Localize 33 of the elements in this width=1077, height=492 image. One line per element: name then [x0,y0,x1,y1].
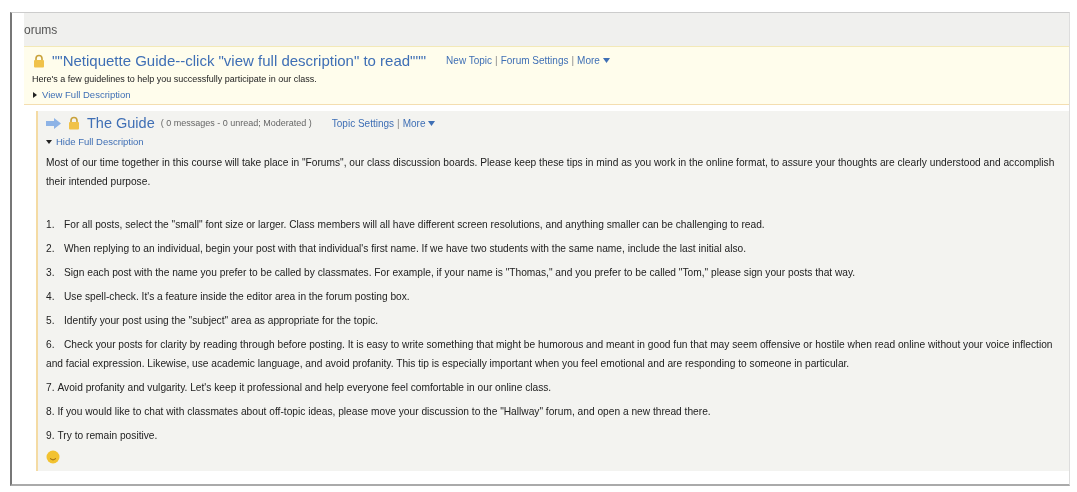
guideline-item: 1. For all posts, select the "small" font size or larger. Class members will all have different screen resolutions, and anything smaller can be challenging to read. [46,218,766,232]
separator: | [495,55,498,66]
description-toggle[interactable]: View Full Description [32,89,1061,100]
guideline-item: 8. If you would like to chat with classmates about off-topic ideas, please move your discussion to the "Hallway" forum, and open a new thread there. [46,405,712,419]
guideline-item: 2. When replying to an individual, begin your post with that individual's first name. If we have two students with the same name, include the last initial also. [46,242,748,256]
action-link[interactable]: New Topic [446,55,493,66]
description-toggle[interactable]: Hide Full Description [46,136,1059,147]
more-menu[interactable]: More [577,55,610,66]
guideline-item: 6. Check your posts for clarity by reading through before posting. It is easy to write something that might be humorous and meant in good fun that may seem offensive or hostile when read online without your voice inflection and facial expression. Likewise, use academic language, and avoid profanity. This tip is especially important when you feel emotional and are responding to someone in particular. [46,338,1054,371]
smiley-icon [46,450,60,464]
guideline-item: 9. Try to remain positive. [46,429,159,443]
arrow-icon [46,117,61,129]
lock-icon [32,53,46,68]
caret-icon [602,58,610,63]
more-menu[interactable]: More [402,117,436,129]
guideline-item: 3. Sign each post with the name you prefer to be called by classmates. For example, if your name is "Thomas," and you prefer to be called "Tom," please sign your posts that way. [46,266,857,280]
caret-icon [428,120,436,126]
intro-text: Most of our time together in this course will take place in "Forums", our class discussion boards. Please keep these tips in mind as you work in the online format, to assure your thoughts are clearly understood and accomplish their intended purpose. [46,156,1056,189]
lock-icon [67,116,81,130]
triangle-icon [46,138,52,145]
forum-description: Here's a few guidelines to help you successfully participate in our class. [32,74,318,84]
guideline-item: 4. Use spell-check. It's a feature inside the editor area in the forum posting box. [46,290,411,304]
forum-title[interactable]: ""Netiquette Guide--click "view full description" to read""" [52,52,427,69]
triangle-icon [32,91,38,98]
topic-title[interactable]: The Guide [87,115,155,131]
section-title: orums [24,22,58,37]
separator: | [571,55,575,66]
topic-meta: ( 0 messages - 0 unread; Moderated ) [160,118,312,128]
guideline-item: 7. Avoid profanity and vulgarity. Let's keep it professional and help everyone feel comfortable in our online class. [46,381,553,395]
guideline-item: 5. Identify your post using the "subject" area as appropriate for the topic. [46,314,380,328]
action-link[interactable]: Topic Settings [331,117,395,129]
separator: | [397,117,400,129]
action-link[interactable]: Forum Settings [500,55,569,66]
